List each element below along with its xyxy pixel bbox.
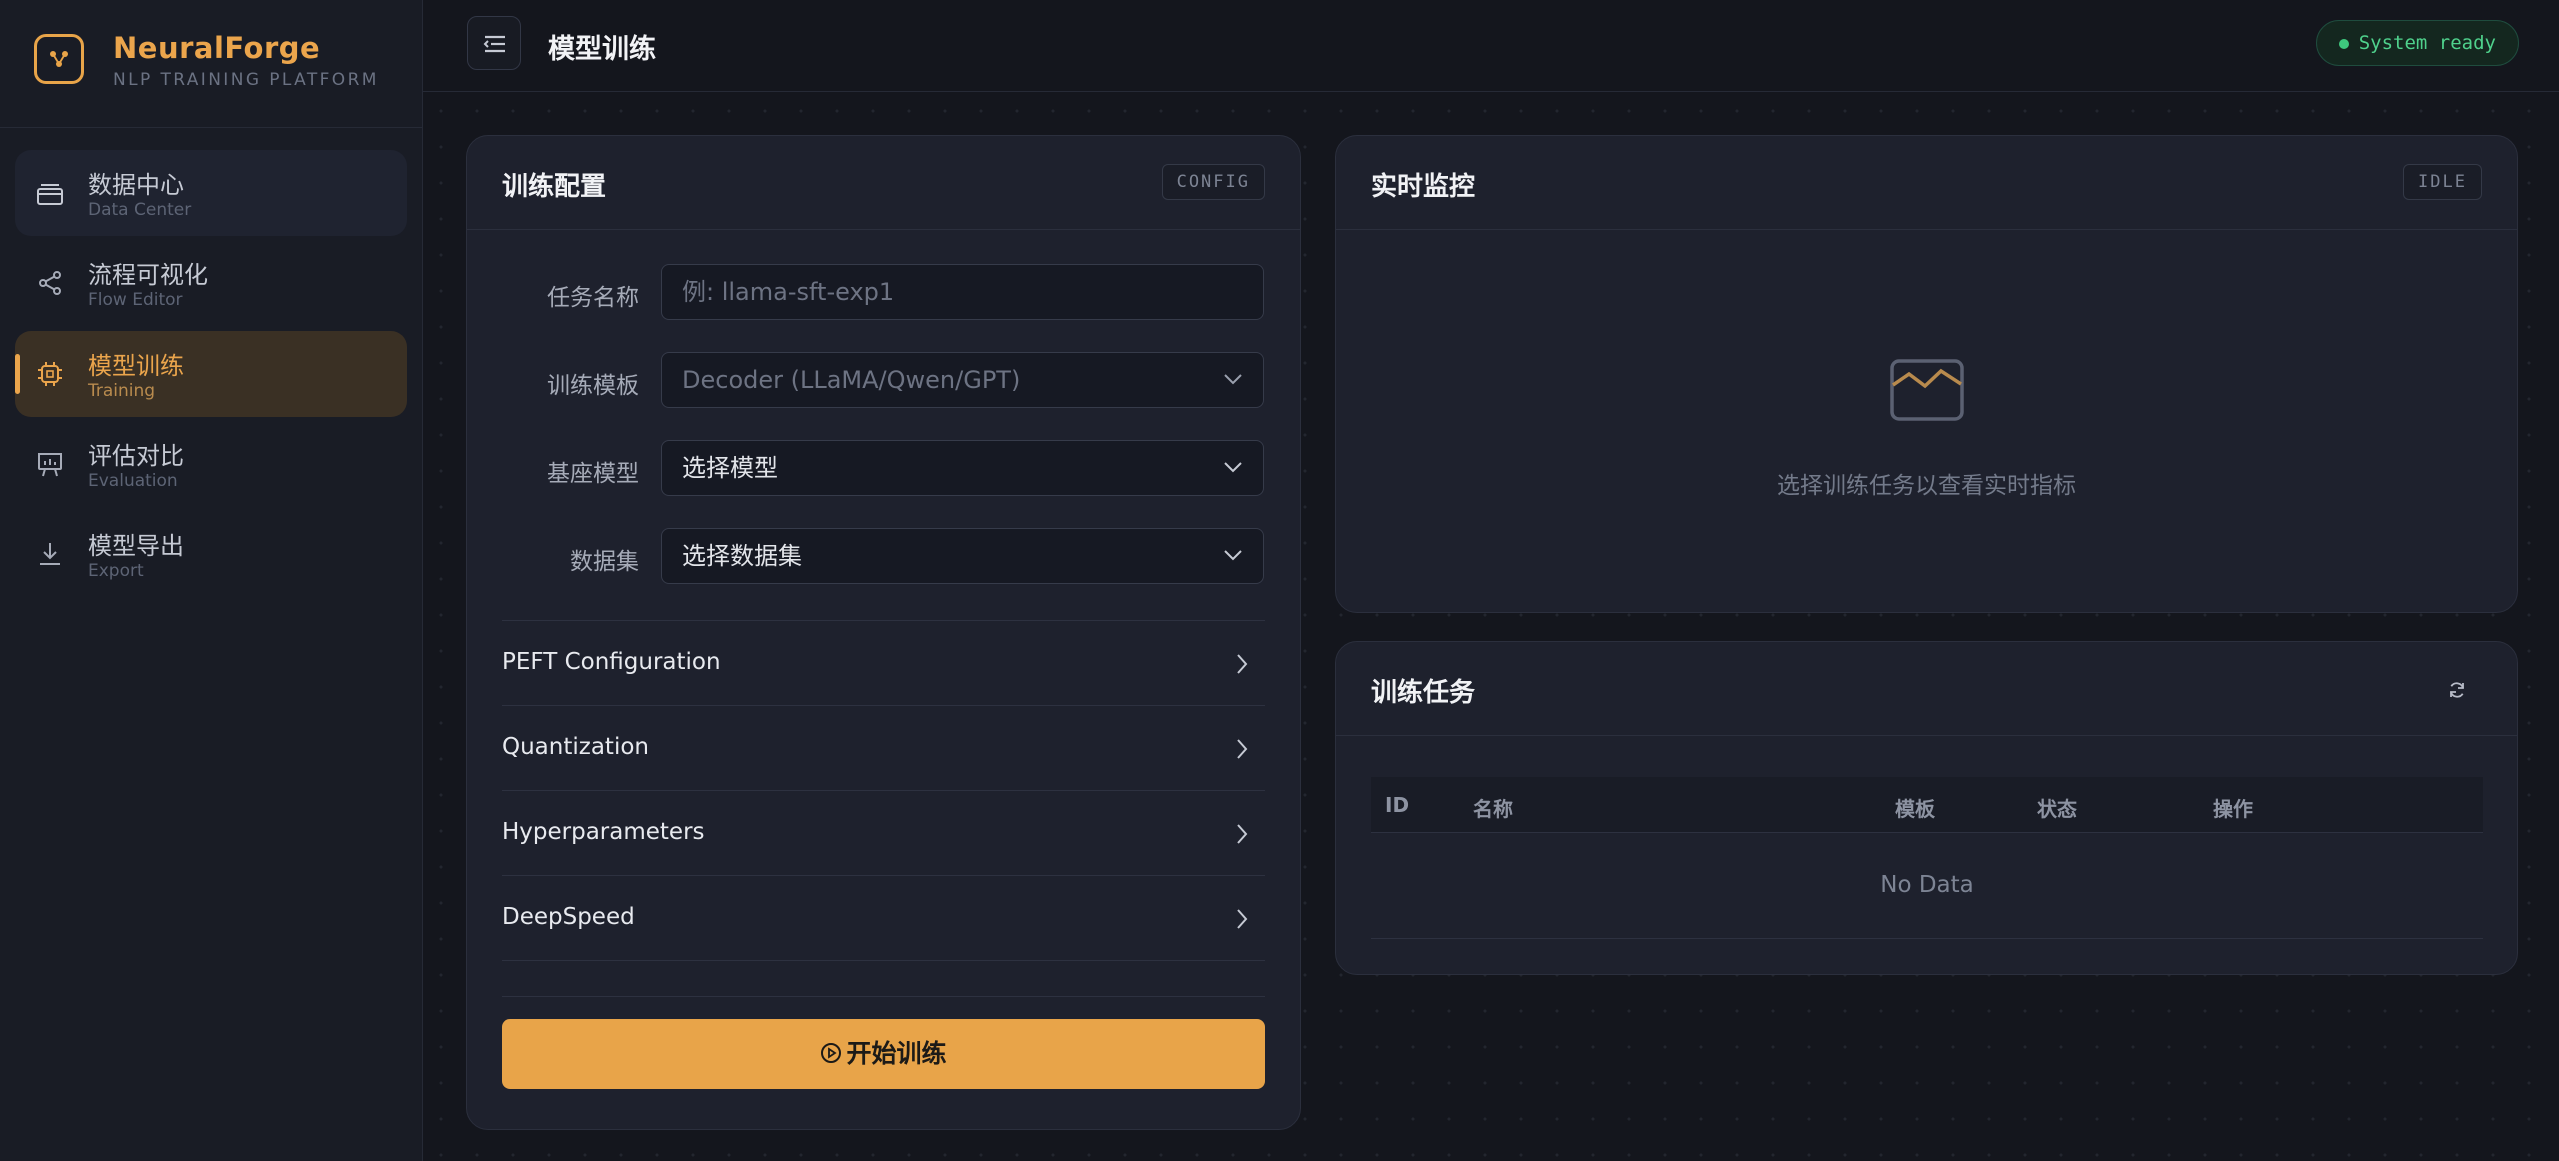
sidebar-item-evaluation[interactable]: 评估对比 Evaluation	[15, 421, 407, 507]
config-tag: CONFIG	[1161, 164, 1265, 200]
play-circle-icon	[821, 1043, 842, 1063]
sidebar-item-label: 数据中心	[88, 171, 184, 199]
start-training-button[interactable]: 开始训练	[502, 1019, 1265, 1089]
sidebar-item-sublabel: Data Center	[88, 200, 192, 220]
brand: NeuralForge NLP TRAINING PLATFORM	[0, 0, 422, 128]
template-row: 训练模板 Decoder (LLaMA/Qwen/GPT)	[467, 352, 1300, 408]
section-peft[interactable]: PEFT Configuration	[502, 620, 1265, 705]
sidebar-item-sublabel: Flow Editor	[88, 290, 183, 310]
table-header: ID 名称 模板 状态 操作	[1371, 777, 2483, 833]
menu-toggle-button[interactable]	[467, 16, 521, 70]
brand-subtitle: NLP TRAINING PLATFORM	[113, 70, 379, 90]
sidebar-item-label: 流程可视化	[88, 261, 208, 289]
dataset-select-value: 选择数据集	[682, 542, 802, 570]
section-deepspeed[interactable]: DeepSpeed	[502, 875, 1265, 960]
status-text: System ready	[2358, 32, 2496, 54]
sidebar-item-training[interactable]: 模型训练 Training	[15, 331, 407, 417]
section-label: PEFT Configuration	[502, 649, 721, 675]
column-header-actions: 操作	[2213, 797, 2253, 821]
base-model-select-value: 选择模型	[682, 454, 778, 482]
template-label: 训练模板	[547, 373, 639, 399]
table-empty-state: No Data	[1371, 833, 2483, 939]
column-header-id: ID	[1385, 793, 1410, 817]
section-divider	[502, 960, 1265, 961]
sidebar-item-sublabel: Export	[88, 561, 144, 581]
chevron-right-icon	[1237, 824, 1248, 844]
column-header-template: 模板	[1895, 797, 1935, 821]
chevron-right-icon	[1237, 654, 1248, 674]
status-dot-icon	[2338, 39, 2349, 49]
layers-icon	[37, 184, 63, 205]
card-title: 实时监控	[1371, 172, 1476, 202]
main-content: 训练配置 CONFIG 任务名称 例: llama-sft-exp1 训练模板 …	[423, 93, 2559, 1161]
task-name-row: 任务名称 例: llama-sft-exp1	[467, 264, 1300, 320]
section-quantization[interactable]: Quantization	[502, 705, 1265, 790]
page-title: 模型训练	[548, 34, 656, 65]
sidebar-item-sublabel: Evaluation	[88, 471, 178, 491]
dataset-label: 数据集	[570, 549, 639, 575]
task-name-input[interactable]: 例: llama-sft-exp1	[661, 264, 1264, 320]
section-label: Quantization	[502, 734, 649, 760]
chevron-down-icon	[1224, 462, 1242, 473]
training-config-card: 训练配置 CONFIG 任务名称 例: llama-sft-exp1 训练模板 …	[466, 135, 1301, 1130]
idle-tag: IDLE	[2403, 164, 2482, 200]
section-label: Hyperparameters	[502, 819, 705, 845]
app-root: NeuralForge NLP TRAINING PLATFORM 数据中心 D…	[0, 0, 2559, 1161]
column-header-name: 名称	[1473, 797, 1513, 821]
download-icon	[40, 543, 60, 565]
base-model-select[interactable]: 选择模型	[661, 440, 1264, 496]
sidebar-item-export[interactable]: 模型导出 Export	[15, 511, 407, 597]
share-icon	[39, 271, 61, 295]
sidebar-item-sublabel: Training	[88, 381, 156, 401]
chevron-down-icon	[1224, 374, 1242, 385]
template-select[interactable]: Decoder (LLaMA/Qwen/GPT)	[661, 352, 1264, 408]
training-jobs-card: 训练任务 ID 名称 模板 状态 操作 No Data	[1335, 641, 2518, 975]
refresh-icon[interactable]	[2447, 680, 2467, 700]
column-header-status: 状态	[2037, 797, 2077, 821]
sidebar-item-data-center[interactable]: 数据中心 Data Center	[15, 150, 407, 236]
dataset-select[interactable]: 选择数据集	[661, 528, 1264, 584]
template-select-value: Decoder (LLaMA/Qwen/GPT)	[682, 366, 1021, 394]
top-bar: 模型训练 System ready	[423, 0, 2559, 92]
base-model-row: 基座模型 选择模型	[467, 440, 1300, 496]
chevron-down-icon	[1224, 550, 1242, 561]
menu-collapse-icon	[483, 35, 505, 53]
start-training-label: 开始训练	[846, 1039, 947, 1068]
card-title: 训练任务	[1371, 678, 1476, 708]
status-badge: System ready	[2315, 20, 2519, 66]
presentation-chart-icon	[38, 453, 62, 477]
chevron-right-icon	[1237, 909, 1248, 929]
sidebar-item-label: 模型导出	[88, 532, 184, 560]
sidebar-item-label: 模型训练	[88, 352, 184, 380]
realtime-monitor-card: 实时监控 IDLE 选择训练任务以查看实时指标	[1335, 135, 2518, 613]
section-divider	[502, 996, 1265, 997]
sidebar: NeuralForge NLP TRAINING PLATFORM 数据中心 D…	[0, 0, 423, 1161]
card-header: 训练任务	[1336, 642, 2517, 736]
sidebar-item-flow-editor[interactable]: 流程可视化 Flow Editor	[15, 240, 407, 326]
card-header: 实时监控 IDLE	[1336, 136, 2517, 230]
chip-icon	[38, 362, 62, 386]
sidebar-item-label: 评估对比	[88, 442, 184, 470]
dataset-row: 数据集 选择数据集	[467, 528, 1300, 584]
section-label: DeepSpeed	[502, 904, 635, 930]
chart-placeholder-icon	[1890, 359, 1964, 421]
card-header: 训练配置 CONFIG	[467, 136, 1300, 230]
base-model-label: 基座模型	[547, 461, 639, 487]
card-title: 训练配置	[502, 172, 607, 202]
section-hyperparameters[interactable]: Hyperparameters	[502, 790, 1265, 875]
active-indicator	[15, 354, 20, 394]
monitor-empty-text: 选择训练任务以查看实时指标	[1777, 473, 2076, 499]
brand-logo-icon	[34, 34, 84, 84]
brand-name: NeuralForge	[113, 31, 321, 65]
chevron-right-icon	[1237, 739, 1248, 759]
task-name-label: 任务名称	[547, 285, 639, 311]
